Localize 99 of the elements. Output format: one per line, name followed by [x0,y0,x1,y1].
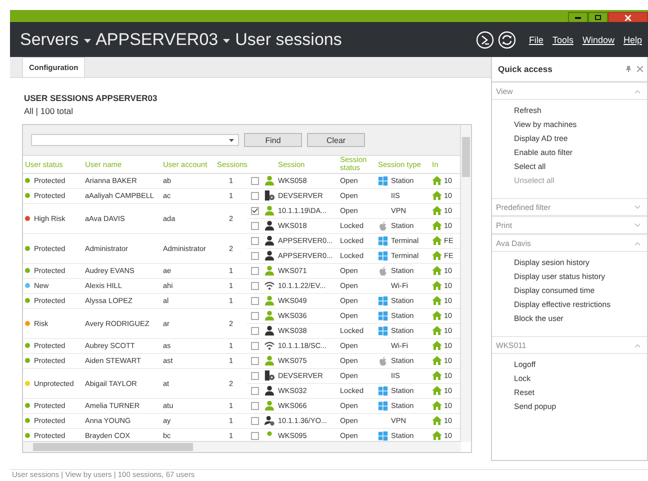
wifi-icon [264,340,274,351]
user-icon [264,250,274,261]
checkbox[interactable] [250,176,258,184]
checkbox[interactable] [250,206,258,214]
filter-combo[interactable] [31,134,239,146]
minimize-icon [575,16,581,18]
windows-icon [378,400,388,410]
home-icon [432,311,442,320]
pin-icon[interactable] [626,66,631,72]
windows-icon [378,430,388,440]
checkbox[interactable] [250,356,258,364]
server-icon [264,370,274,381]
menu-item[interactable]: Window [582,34,614,44]
checkbox[interactable] [250,192,258,200]
home-icon [432,326,442,335]
windows-icon [378,236,388,246]
apple-icon [378,266,388,276]
user-icon [264,355,274,366]
user-icon [264,310,274,321]
windows-icon [378,326,388,336]
checkbox[interactable] [250,326,258,334]
close-icon [625,14,631,20]
user-icon [264,295,274,306]
maximize-icon [595,15,601,20]
checkbox[interactable] [250,416,258,424]
user-icon [264,205,274,216]
menu-item[interactable]: File [528,34,544,44]
home-icon [432,281,442,290]
user-icon [264,385,274,396]
checkbox[interactable] [250,296,258,304]
sync-icon[interactable] [498,30,516,48]
user-icon [264,235,274,246]
menu-item[interactable]: Help [623,34,642,44]
caret-icon [223,38,230,44]
breadcrumb-item[interactable]: APPSERVER03 [96,30,218,50]
dropdown-icon [229,138,234,142]
chevron-icon[interactable] [634,342,641,348]
home-icon [432,371,442,380]
caret-icon [84,38,91,44]
close-icon[interactable] [637,66,643,72]
maximize-button[interactable] [588,12,608,22]
breadcrumb-item: User sessions [235,30,342,50]
home-icon [432,386,442,395]
user-gear-icon [264,415,274,426]
filter-button[interactable]: Find [244,133,302,147]
user-icon [264,220,274,231]
checkbox[interactable] [250,312,258,320]
checkbox[interactable] [250,386,258,394]
checkbox[interactable] [250,372,258,380]
close-button[interactable] [608,12,648,22]
windows-icon [378,296,388,306]
minimize-button[interactable] [568,12,588,22]
user-icon [264,265,274,276]
checkbox[interactable] [250,342,258,350]
chevron-icon[interactable] [634,222,641,228]
home-icon [432,356,442,365]
checkbox[interactable] [250,222,258,230]
wifi-icon [264,280,274,291]
apple-icon [378,356,388,366]
windows-icon [378,176,388,186]
filter-button[interactable]: Clear [307,133,365,147]
checkbox[interactable] [250,236,258,244]
checkbox[interactable] [250,402,258,410]
prompt-icon[interactable] [476,30,494,48]
chevron-icon[interactable] [634,204,641,210]
vertical-scrollbar[interactable] [460,125,471,442]
chevron-icon[interactable] [634,240,641,246]
home-icon [432,176,442,185]
chevron-icon[interactable] [634,88,641,94]
user-icon [264,175,274,186]
home-icon [432,341,442,350]
horizontal-scrollbar[interactable] [23,441,461,452]
windows-icon [378,386,388,396]
home-icon [432,251,442,260]
menu-item[interactable]: Tools [552,34,574,44]
user-icon [264,325,274,336]
checkbox[interactable] [250,282,258,290]
home-icon [432,191,442,200]
home-icon [432,206,442,215]
home-icon [432,431,442,440]
home-icon [432,221,442,230]
server-icon [264,190,274,201]
check-icon [252,208,258,213]
checkbox[interactable] [250,432,258,440]
home-icon [432,401,442,410]
windows-icon [378,250,388,260]
checkbox[interactable] [250,266,258,274]
panel-title: Quick access [498,64,554,74]
user-icon [264,400,274,411]
home-icon [432,296,442,305]
home-icon [432,416,442,425]
breadcrumb-item[interactable]: Servers [20,30,79,50]
home-icon [432,236,442,245]
total-count: All | 100 total [24,106,74,116]
section-title: USER SESSIONS APPSERVER03 [24,93,158,103]
checkbox[interactable] [250,252,258,260]
home-icon [432,266,442,275]
windows-icon [378,310,388,320]
apple-icon [378,220,388,230]
